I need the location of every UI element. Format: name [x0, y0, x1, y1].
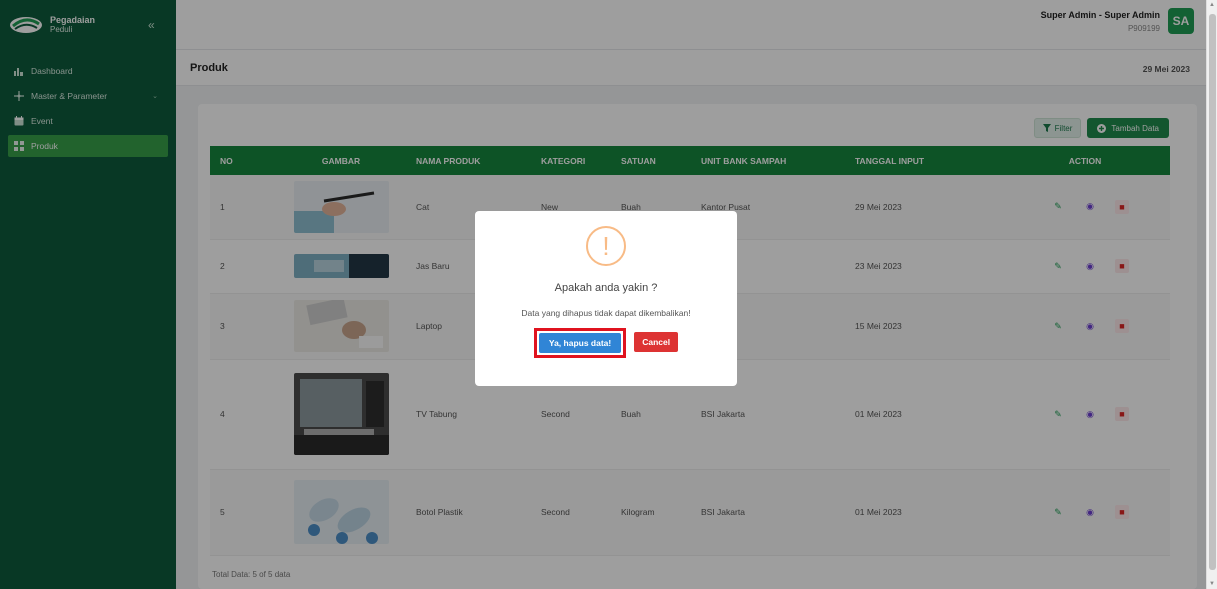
scroll-down-icon[interactable]: ▼	[1209, 581, 1215, 587]
dialog-title: Apakah anda yakin ?	[554, 282, 658, 294]
scroll-up-icon[interactable]: ▲	[1209, 2, 1215, 8]
scrollbar-thumb[interactable]	[1209, 14, 1216, 570]
confirm-delete-button[interactable]: Ya, hapus data!	[538, 333, 622, 353]
warning-icon: !	[586, 226, 626, 266]
dialog-text: Data yang dihapus tidak dapat dikembalik…	[521, 308, 691, 318]
confirm-delete-dialog: ! Apakah anda yakin ? Data yang dihapus …	[475, 211, 737, 386]
cancel-button[interactable]: Cancel	[634, 332, 679, 352]
confirm-highlight: Ya, hapus data!	[533, 328, 627, 358]
scrollbar[interactable]: ▲ ▼	[1206, 0, 1217, 589]
